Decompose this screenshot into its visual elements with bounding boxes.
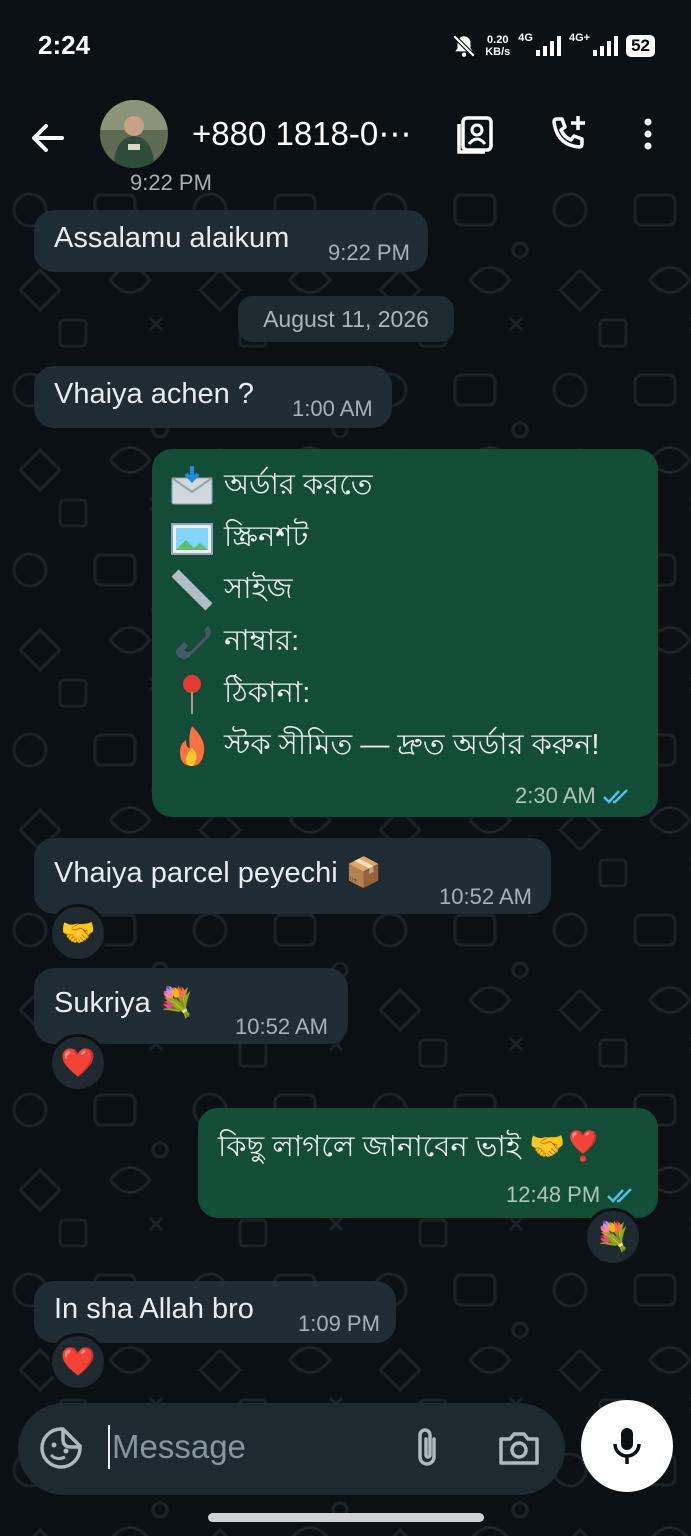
attach-icon[interactable] [404,1425,450,1471]
add-call-icon[interactable] [546,112,590,156]
date-separator: August 11, 2026 [238,296,454,342]
ruler-icon [171,569,213,611]
message-bubble-outgoing[interactable]: কিছু লাগলে জানাবেন ভাই 🤝❣️ 12:48 PM [198,1108,658,1218]
fire-icon [180,726,205,767]
message-bubble-incoming[interactable]: Sukriya 💐 10:52 AM [34,968,348,1044]
message-text: Assalamu alaikum [54,222,290,254]
message-bubble-incoming[interactable]: In sha Allah bro 1:09 PM [34,1281,396,1343]
status-time: 2:24 [38,30,91,60]
pin-icon [183,675,201,715]
phone-icon [176,626,211,660]
back-arrow-icon[interactable] [26,116,70,160]
sticker-icon[interactable] [38,1425,84,1471]
message-line: সাইজ [170,565,293,613]
voice-record-button[interactable] [581,1400,673,1492]
message-input[interactable]: Message [108,1425,246,1469]
message-text: Vhaiya parcel peyechi 📦 [54,857,382,889]
message-time: 1:00 AM [292,396,373,421]
battery-level: 52 [626,35,655,57]
message-composer: Message [18,1403,565,1495]
sim2-network-type: 4G+ [568,32,591,44]
home-indicator[interactable] [208,1513,484,1522]
message-line: স্ক্রিনশট [170,513,308,561]
chat-header: +880 1818-0⋯ [0,90,691,186]
bouquet-emoji: 💐 [158,987,195,1019]
signal-icon [593,36,619,56]
status-bar: 2:24 0.20 KB/s 4G 4G+ 52 [0,0,691,90]
message-line: অর্ডার করতে [170,461,373,509]
message-bubble-outgoing[interactable]: অর্ডার করতে স্ক্রিনশট সাইজ নাম্বার: ঠিকা… [152,449,658,817]
handshake-heart-emoji: 🤝❣️ [528,1131,602,1163]
message-time: 10:52 AM [439,884,532,909]
message-time: 12:48 PM [506,1182,601,1207]
contact-card-icon[interactable] [454,112,498,156]
reaction-badge[interactable]: ❤️ [49,1034,107,1092]
message-status: 12:48 PM [506,1182,636,1208]
message-time: 2:30 AM [515,783,596,808]
camera-icon[interactable] [496,1425,542,1471]
message-line: স্টক সীমিত — দ্রুত অর্ডার করুন! [170,721,600,769]
message-text: Sukriya 💐 [54,987,195,1019]
microphone-icon [613,1428,641,1464]
mute-bell-icon [452,34,476,58]
message-text: কিছু লাগলে জানাবেন ভাই 🤝❣️ [218,1131,602,1163]
picture-icon [171,523,213,556]
message-time: 9:22 PM [130,170,212,195]
read-ticks-icon [607,1188,633,1203]
message-text: Vhaiya achen ? [54,378,254,410]
contact-name[interactable]: +880 1818-0⋯ [192,114,432,153]
avatar[interactable] [100,100,168,168]
message-text: In sha Allah bro [54,1293,254,1325]
message-bubble-incoming[interactable]: Assalamu alaikum 9:22 PM [34,210,428,272]
status-icons: 0.20 KB/s 4G 4G+ 52 [451,28,655,64]
message-bubble-incoming[interactable]: Vhaiya achen ? 1:00 AM [34,366,392,428]
message-status: 2:30 AM [515,783,632,809]
package-emoji: 📦 [345,857,382,889]
net-speed: 0.20 KB/s [485,34,511,58]
message-time: 10:52 AM [235,1014,328,1039]
read-ticks-icon [602,789,628,804]
reaction-badge[interactable]: 💐 [584,1208,642,1266]
reaction-badge[interactable]: 🤝 [49,904,107,962]
message-time: 9:22 PM [328,240,410,265]
signal-icon [535,36,561,56]
message-bubble-incoming[interactable]: Vhaiya parcel peyechi 📦 10:52 AM [34,838,551,914]
message-line: নাম্বার: [170,617,299,665]
sim1-network-type: 4G [518,32,533,44]
more-options-icon[interactable] [626,112,670,156]
envelope-icon [171,466,213,505]
message-time: 1:09 PM [298,1311,380,1336]
reaction-badge[interactable]: ❤️ [49,1333,107,1391]
message-line: ঠিকানা: [170,669,310,717]
